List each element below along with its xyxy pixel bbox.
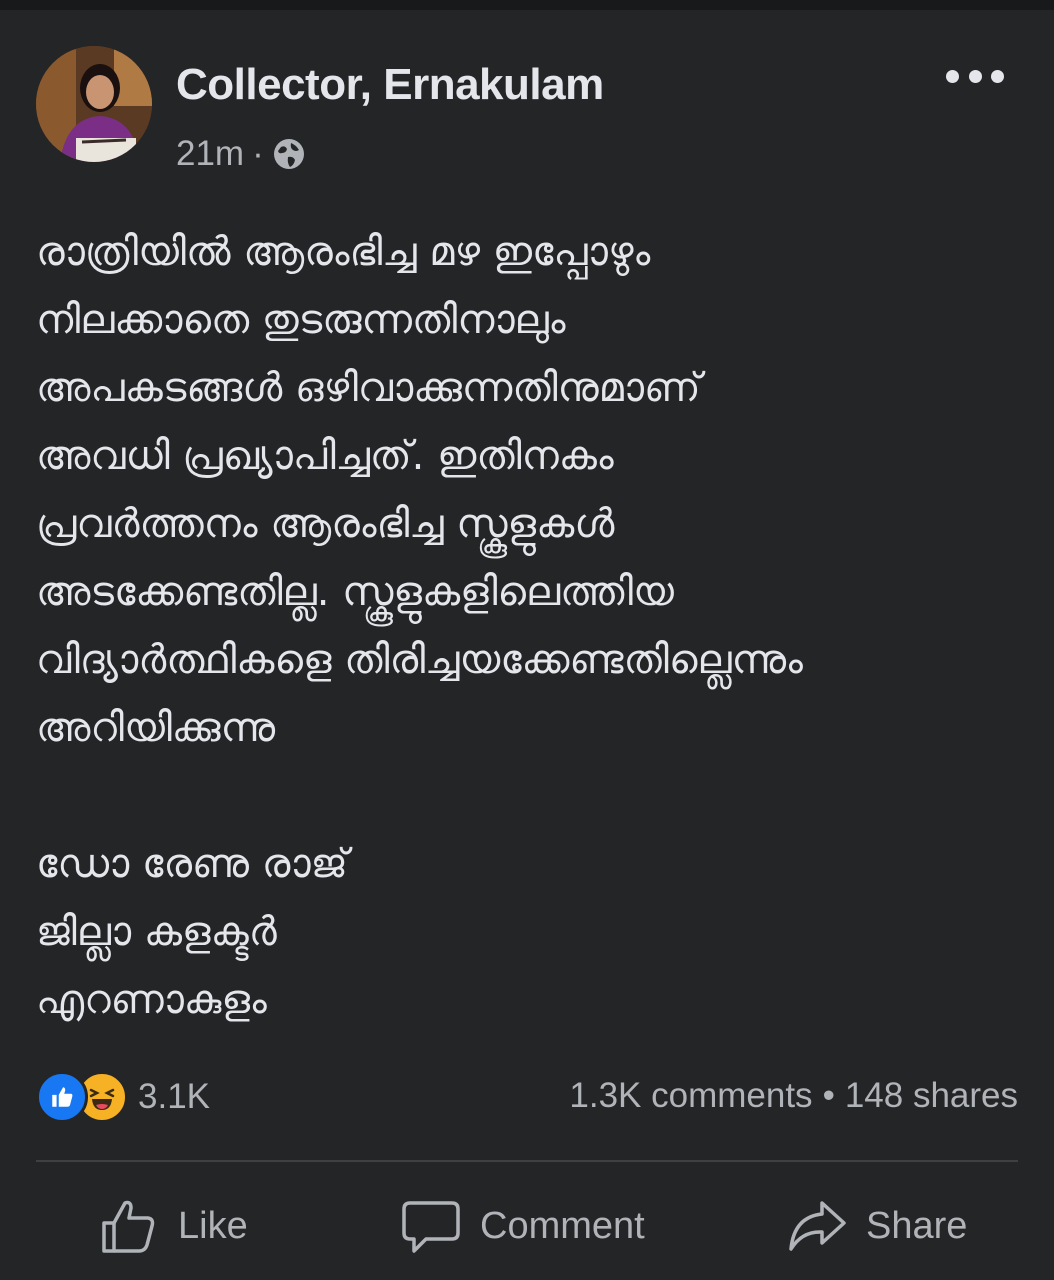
share-button[interactable]: Share bbox=[786, 1186, 967, 1266]
like-label: Like bbox=[178, 1204, 248, 1247]
comment-label: Comment bbox=[480, 1204, 645, 1247]
globe-icon[interactable] bbox=[272, 137, 306, 171]
post-line: നിലക്കാതെ തുടരുന്നതിനാലും bbox=[36, 297, 566, 343]
stats-bullet: • bbox=[822, 1076, 835, 1115]
post-line: അടക്കേണ്ടതില്ല. സ്കൂളുകളിലെത്തിയ bbox=[36, 569, 674, 615]
engagement-stats: 1.3K comments • 148 shares bbox=[569, 1076, 1018, 1116]
post-line: അവധി പ്രഖ്യാപിച്ചത്. ഇതിനകം bbox=[36, 433, 614, 479]
avatar[interactable] bbox=[36, 46, 152, 162]
reactions-summary[interactable]: 3.1K bbox=[36, 1071, 210, 1123]
signature-line: എറണാകുളം bbox=[36, 977, 267, 1023]
signature-line: ഡോ രേണു രാജ് bbox=[36, 841, 348, 887]
share-count[interactable]: 148 shares bbox=[845, 1076, 1018, 1116]
post-time[interactable]: 21m bbox=[176, 134, 244, 174]
post-message: രാത്രിയിൽ ആരംഭിച്ച മഴ ഇപ്പോഴും നിലക്കാതെ… bbox=[36, 218, 1026, 762]
post-line: അപകടങ്ങൾ ഒഴിവാക്കുന്നതിനുമാണ് bbox=[36, 365, 701, 411]
signature-line: ജില്ലാ കളക്ടർ bbox=[36, 909, 277, 955]
like-button[interactable]: Like bbox=[98, 1186, 248, 1266]
post-line: രാത്രിയിൽ ആരംഭിച്ച മഴ ഇപ്പോഴും bbox=[36, 229, 651, 275]
post-body: രാത്രിയിൽ ആരംഭിച്ച മഴ ഇപ്പോഴും നിലക്കാതെ… bbox=[36, 218, 1026, 1034]
author-name[interactable]: Collector, Ernakulam bbox=[176, 60, 604, 110]
post-card: Collector, Ernakulam 21m · രാത്രിയിൽ ആരം… bbox=[0, 10, 1054, 1280]
meta-separator: · bbox=[252, 134, 264, 173]
post-line: വിദ്യാർത്ഥികളെ തിരിച്ചയക്കേണ്ടതില്ലെന്നു… bbox=[36, 637, 803, 683]
avatar-image bbox=[36, 46, 152, 162]
action-bar: Like Comment Share bbox=[0, 1186, 1054, 1266]
like-reaction-icon bbox=[36, 1071, 88, 1123]
post-meta: 21m · bbox=[176, 134, 306, 174]
post-line: അറിയിക്കുന്നു bbox=[36, 705, 276, 751]
post-signature: ഡോ രേണു രാജ് ജില്ലാ കളക്ടർ എറണാകുളം bbox=[36, 830, 1026, 1034]
comment-icon bbox=[402, 1201, 460, 1253]
post-line: പ്രവർത്തനം ആരംഭിച്ച സ്കൂളുകൾ bbox=[36, 501, 615, 547]
divider bbox=[36, 1160, 1018, 1162]
reaction-count: 3.1K bbox=[138, 1077, 210, 1116]
comment-button[interactable]: Comment bbox=[400, 1186, 645, 1266]
share-label: Share bbox=[866, 1204, 968, 1247]
top-strip bbox=[0, 0, 1054, 10]
more-options-icon[interactable] bbox=[946, 62, 1004, 90]
comment-count[interactable]: 1.3K comments bbox=[569, 1076, 812, 1116]
thumbs-up-icon bbox=[102, 1200, 155, 1253]
share-arrow-icon bbox=[789, 1201, 846, 1251]
